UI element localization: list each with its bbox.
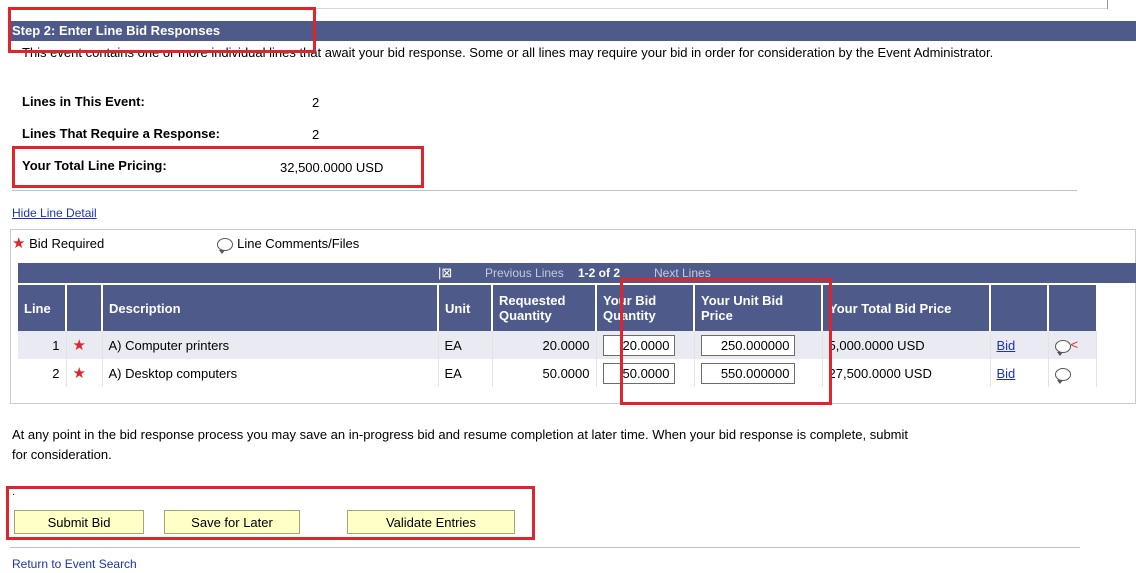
requested-quantity: 20.0000: [492, 331, 597, 359]
unit-bid-price-input[interactable]: [700, 334, 795, 356]
line-unit: EA: [438, 359, 493, 387]
col-bid-quantity: Your Bid Quantity: [596, 285, 695, 331]
top-rule: [8, 8, 1108, 9]
comments-cell: [1048, 359, 1097, 387]
bid-link-cell: Bid: [990, 359, 1049, 387]
grid-navigation-bar: |⊠ Previous Lines 1-2 of 2 Next Lines: [18, 263, 1136, 283]
lines-require-value: 2: [312, 127, 320, 142]
footer-instructions: At any point in the bid response process…: [12, 427, 909, 462]
col-line: Line: [18, 285, 67, 331]
bid-link-cell: Bid: [990, 331, 1049, 359]
lines-range: 1-2 of 2: [578, 266, 621, 280]
col-unit: Unit: [438, 285, 493, 331]
submit-bid-button[interactable]: Submit Bid: [14, 510, 144, 534]
validate-entries-button[interactable]: Validate Entries: [347, 510, 515, 534]
bid-quantity-cell: [596, 331, 695, 359]
unit-price-cell: [694, 359, 823, 387]
hide-line-detail-link[interactable]: Hide Line Detail: [12, 206, 97, 220]
dot-marker: ·: [12, 489, 16, 500]
star-icon: ★: [66, 331, 103, 359]
line-number: 2: [18, 359, 67, 387]
top-scroll-tick: [1107, 0, 1108, 9]
intro-text: This event contains one or more individu…: [22, 45, 994, 60]
lines-in-event-value: 2: [312, 95, 320, 110]
line-description: A) Computer printers: [102, 331, 439, 359]
return-to-event-search-link[interactable]: Return to Event Search: [12, 557, 137, 571]
lines-require-label: Lines That Require a Response:: [22, 126, 220, 141]
arrow-icon: <: [1070, 337, 1079, 353]
comment-bubble-icon[interactable]: [1054, 367, 1071, 384]
table-header-row: Line Description Unit Requested Quantity…: [18, 285, 1096, 331]
total-pricing-value: 32,500.0000 USD: [280, 160, 384, 175]
bid-link[interactable]: Bid: [997, 366, 1016, 381]
line-description: A) Desktop computers: [102, 359, 439, 387]
bid-quantity-cell: [596, 359, 695, 387]
total-pricing-label: Your Total Line Pricing:: [22, 158, 167, 173]
comments-cell: <: [1048, 331, 1097, 359]
total-bid-price: 5,000.0000 USD: [822, 331, 991, 359]
comment-bubble-icon: [217, 238, 234, 255]
previous-lines-link[interactable]: Previous Lines: [485, 266, 564, 280]
line-unit: EA: [438, 331, 493, 359]
col-requested-quantity: Requested Quantity: [492, 285, 597, 331]
table-row: 1 ★ A) Computer printers EA 20.0000 5,00…: [18, 331, 1097, 359]
comment-bubble-icon[interactable]: [1054, 339, 1071, 356]
total-bid-price: 27,500.0000 USD: [822, 359, 991, 387]
bid-required-legend: Bid Required: [29, 236, 105, 251]
bid-quantity-input[interactable]: [602, 362, 675, 384]
col-required: [66, 285, 103, 331]
unit-price-cell: [694, 331, 823, 359]
view-all-icon[interactable]: |⊠: [438, 265, 452, 281]
line-number: 1: [18, 331, 67, 359]
line-bid-table: Line Description Unit Requested Quantity…: [18, 285, 1097, 387]
col-comments: [1048, 285, 1096, 331]
requested-quantity: 50.0000: [492, 359, 597, 387]
legend: ★ Bid Required Line Comments/Files: [12, 234, 360, 255]
col-unit-bid-price: Your Unit Bid Price: [694, 285, 823, 331]
bottom-divider: [10, 547, 1080, 548]
unit-bid-price-input[interactable]: [700, 362, 795, 384]
table-row: 2 ★ A) Desktop computers EA 50.0000 27,5…: [18, 359, 1097, 387]
col-description: Description: [102, 285, 439, 331]
star-icon: ★: [66, 359, 103, 387]
step-header: Step 2: Enter Line Bid Responses: [8, 21, 1136, 41]
bid-link[interactable]: Bid: [997, 338, 1016, 353]
section-divider: [12, 190, 1077, 191]
line-comments-legend: Line Comments/Files: [237, 236, 360, 251]
col-total-bid-price: Your Total Bid Price: [822, 285, 991, 331]
bid-quantity-input[interactable]: [602, 334, 675, 356]
star-icon: ★: [12, 235, 26, 252]
lines-in-event-label: Lines in This Event:: [22, 94, 145, 109]
col-bid-link: [990, 285, 1049, 331]
save-for-later-button[interactable]: Save for Later: [164, 510, 300, 534]
next-lines-link[interactable]: Next Lines: [654, 266, 711, 280]
